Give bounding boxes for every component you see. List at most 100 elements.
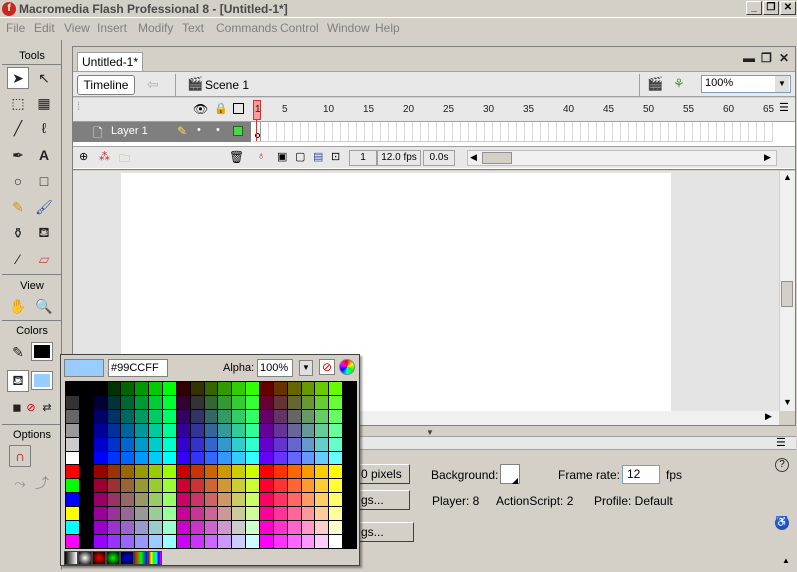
lasso-tool-icon[interactable]: ℓ (33, 117, 55, 139)
color-swatch[interactable] (162, 451, 176, 465)
color-swatch[interactable] (329, 479, 343, 493)
color-swatch[interactable] (135, 423, 149, 437)
color-swatch[interactable] (93, 535, 107, 548)
color-swatch[interactable] (343, 409, 356, 423)
color-swatch[interactable] (232, 423, 246, 437)
color-swatch[interactable] (135, 437, 149, 451)
color-swatch[interactable] (273, 479, 287, 493)
color-swatch[interactable] (107, 451, 121, 465)
color-swatch[interactable] (315, 451, 329, 465)
color-swatch[interactable] (273, 382, 287, 395)
color-swatch[interactable] (343, 437, 356, 451)
zoom-select[interactable]: 100% ▼ (701, 75, 791, 93)
doc-minimize-icon[interactable]: ▬ (743, 51, 755, 65)
color-swatch[interactable] (232, 535, 246, 548)
color-swatch[interactable] (301, 521, 315, 535)
color-swatch[interactable] (204, 437, 218, 451)
color-swatch[interactable] (149, 535, 162, 548)
color-swatch[interactable] (135, 535, 149, 548)
rectangle-tool-icon[interactable]: □ (33, 170, 55, 192)
color-swatch[interactable] (246, 451, 259, 465)
color-swatch[interactable] (121, 521, 135, 535)
scene-name[interactable]: Scene 1 (205, 78, 249, 92)
color-swatch[interactable] (162, 507, 176, 521)
color-swatch[interactable] (121, 382, 135, 395)
color-swatch[interactable] (343, 451, 356, 465)
color-swatch[interactable] (107, 423, 121, 437)
color-swatch[interactable] (218, 382, 232, 395)
color-swatch[interactable] (273, 465, 287, 479)
color-swatch[interactable] (93, 479, 107, 493)
document-tab[interactable]: Untitled-1* (77, 52, 143, 71)
color-swatch[interactable] (121, 493, 135, 507)
color-swatch[interactable] (190, 423, 204, 437)
minimize-button[interactable]: _ (746, 1, 762, 15)
scroll-right-icon[interactable]: ▶ (765, 411, 772, 422)
color-swatch[interactable] (246, 423, 259, 437)
insert-layer-icon[interactable]: ⊕ (79, 150, 88, 163)
color-swatch[interactable] (162, 382, 176, 395)
color-swatch[interactable] (190, 535, 204, 548)
outline-icon[interactable] (233, 103, 244, 114)
menu-modify[interactable]: Modify (138, 21, 173, 35)
color-swatch[interactable] (149, 465, 162, 479)
menu-edit[interactable]: Edit (34, 21, 55, 35)
menu-text[interactable]: Text (182, 21, 204, 35)
color-swatch[interactable] (107, 507, 121, 521)
color-swatch[interactable] (287, 479, 301, 493)
color-swatch[interactable] (93, 382, 107, 395)
color-swatch[interactable] (135, 465, 149, 479)
no-color-icon[interactable]: ⊘ (319, 359, 335, 375)
color-swatch[interactable] (343, 507, 356, 521)
color-swatch[interactable] (176, 451, 190, 465)
color-swatch[interactable] (273, 507, 287, 521)
color-swatch[interactable] (218, 521, 232, 535)
color-swatch[interactable] (329, 535, 343, 548)
paint-bucket-tool-icon[interactable]: ⛾ (33, 222, 55, 244)
color-swatch[interactable] (135, 382, 149, 395)
color-swatch[interactable] (107, 521, 121, 535)
color-swatch[interactable] (329, 451, 343, 465)
color-swatch[interactable] (135, 493, 149, 507)
color-swatch[interactable] (287, 409, 301, 423)
help-icon[interactable]: ? (775, 458, 789, 472)
color-swatch[interactable] (162, 493, 176, 507)
color-swatch[interactable] (107, 409, 121, 423)
edit-scene-icon[interactable]: 🎬 (647, 76, 663, 92)
color-swatch[interactable] (190, 382, 204, 395)
color-swatch[interactable] (121, 451, 135, 465)
color-swatch[interactable] (204, 507, 218, 521)
color-swatch[interactable] (301, 382, 315, 395)
color-swatch[interactable] (190, 409, 204, 423)
color-swatch[interactable] (259, 395, 273, 409)
color-swatch[interactable] (232, 521, 246, 535)
menu-help[interactable]: Help (375, 21, 400, 35)
color-swatch[interactable] (121, 423, 135, 437)
lock-dot[interactable]: • (216, 124, 220, 136)
color-swatch[interactable] (93, 451, 107, 465)
scroll-up-icon[interactable]: ▲ (783, 172, 792, 182)
ink-bottle-tool-icon[interactable]: ⚱ (7, 222, 29, 244)
alpha-input[interactable]: 100% (257, 359, 293, 377)
color-swatch[interactable] (66, 451, 79, 465)
color-swatch[interactable] (315, 465, 329, 479)
color-swatch[interactable] (259, 423, 273, 437)
pencil-tool-icon[interactable]: ✎ (7, 196, 29, 218)
color-swatch[interactable] (232, 437, 246, 451)
frame-rate-input[interactable]: 12 (622, 465, 660, 484)
color-swatch[interactable] (149, 493, 162, 507)
timeline-toggle-button[interactable]: Timeline (77, 75, 135, 95)
add-motion-guide-icon[interactable]: ⁂ (99, 150, 110, 163)
color-swatch[interactable] (315, 535, 329, 548)
color-swatch[interactable] (315, 437, 329, 451)
color-swatch[interactable] (107, 493, 121, 507)
color-swatch[interactable] (287, 451, 301, 465)
color-swatch[interactable] (287, 437, 301, 451)
color-swatch[interactable] (66, 382, 79, 395)
scroll-thumb[interactable] (482, 152, 512, 164)
color-swatch[interactable] (259, 507, 273, 521)
color-swatch[interactable] (218, 451, 232, 465)
color-swatch[interactable] (232, 395, 246, 409)
color-swatch[interactable] (246, 382, 259, 395)
color-swatch[interactable] (204, 521, 218, 535)
